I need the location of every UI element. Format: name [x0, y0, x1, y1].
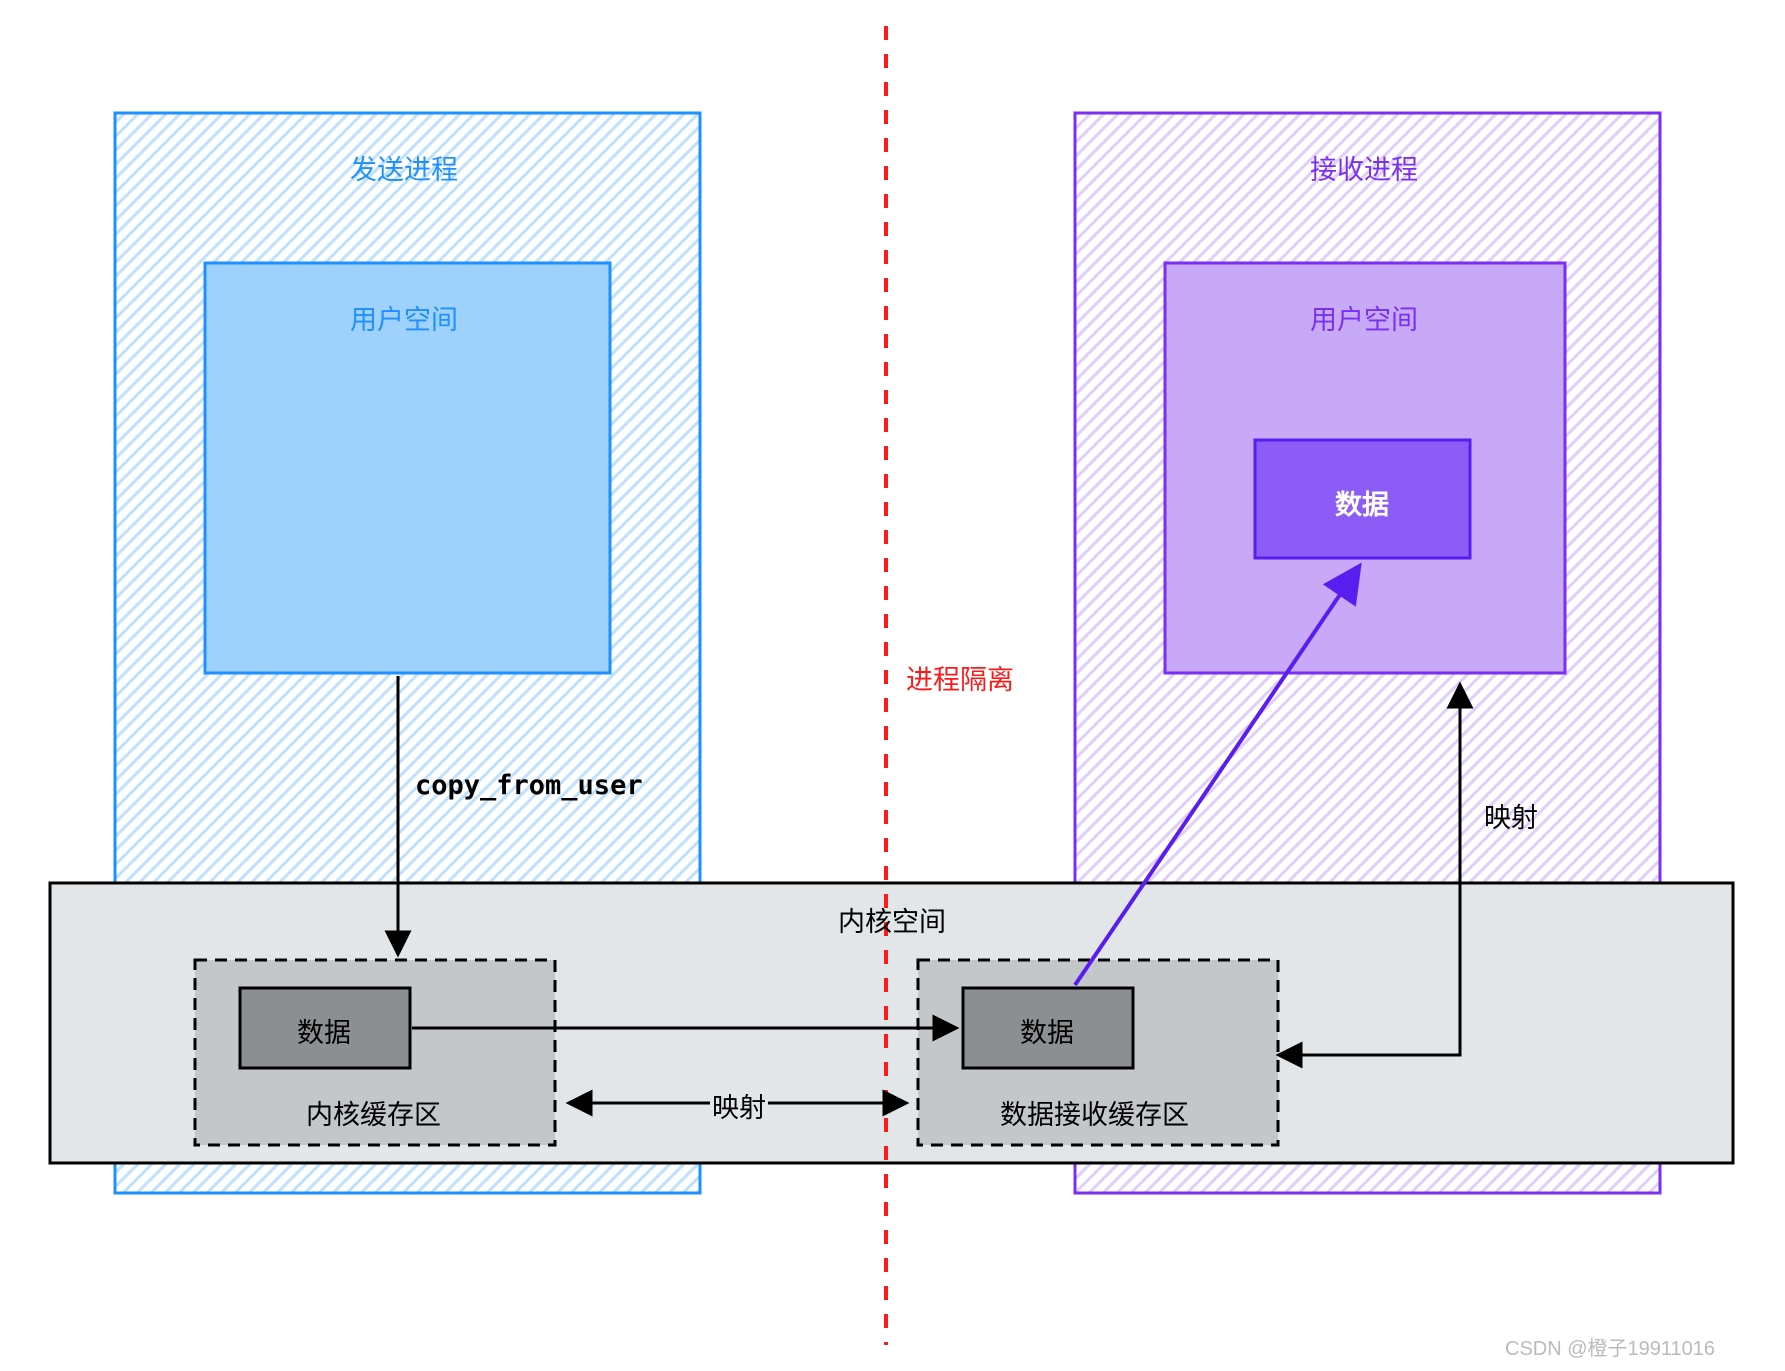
copy-from-user-label: copy_from_user — [415, 770, 643, 801]
kernel-space-title: 内核空间 — [838, 900, 946, 939]
kernel-buffer-data-label: 数据 — [297, 1011, 351, 1050]
kernel-buffer-label: 内核缓存区 — [306, 1093, 441, 1132]
receiver-process-title: 接收进程 — [1310, 148, 1418, 187]
mapping-center-label: 映射 — [710, 1086, 768, 1125]
receiver-user-space-label: 用户空间 — [1310, 298, 1418, 337]
receiver-data-label: 数据 — [1335, 483, 1389, 522]
recv-buffer-label: 数据接收缓存区 — [1000, 1093, 1189, 1132]
process-isolation-label: 进程隔离 — [906, 658, 1014, 697]
sender-user-space-label: 用户空间 — [350, 298, 458, 337]
sender-process-title: 发送进程 — [350, 148, 458, 187]
watermark: CSDN @橙子19911016 — [1505, 1332, 1715, 1361]
mapping-right-label: 映射 — [1484, 796, 1538, 835]
recv-buffer-data-label: 数据 — [1020, 1011, 1074, 1050]
